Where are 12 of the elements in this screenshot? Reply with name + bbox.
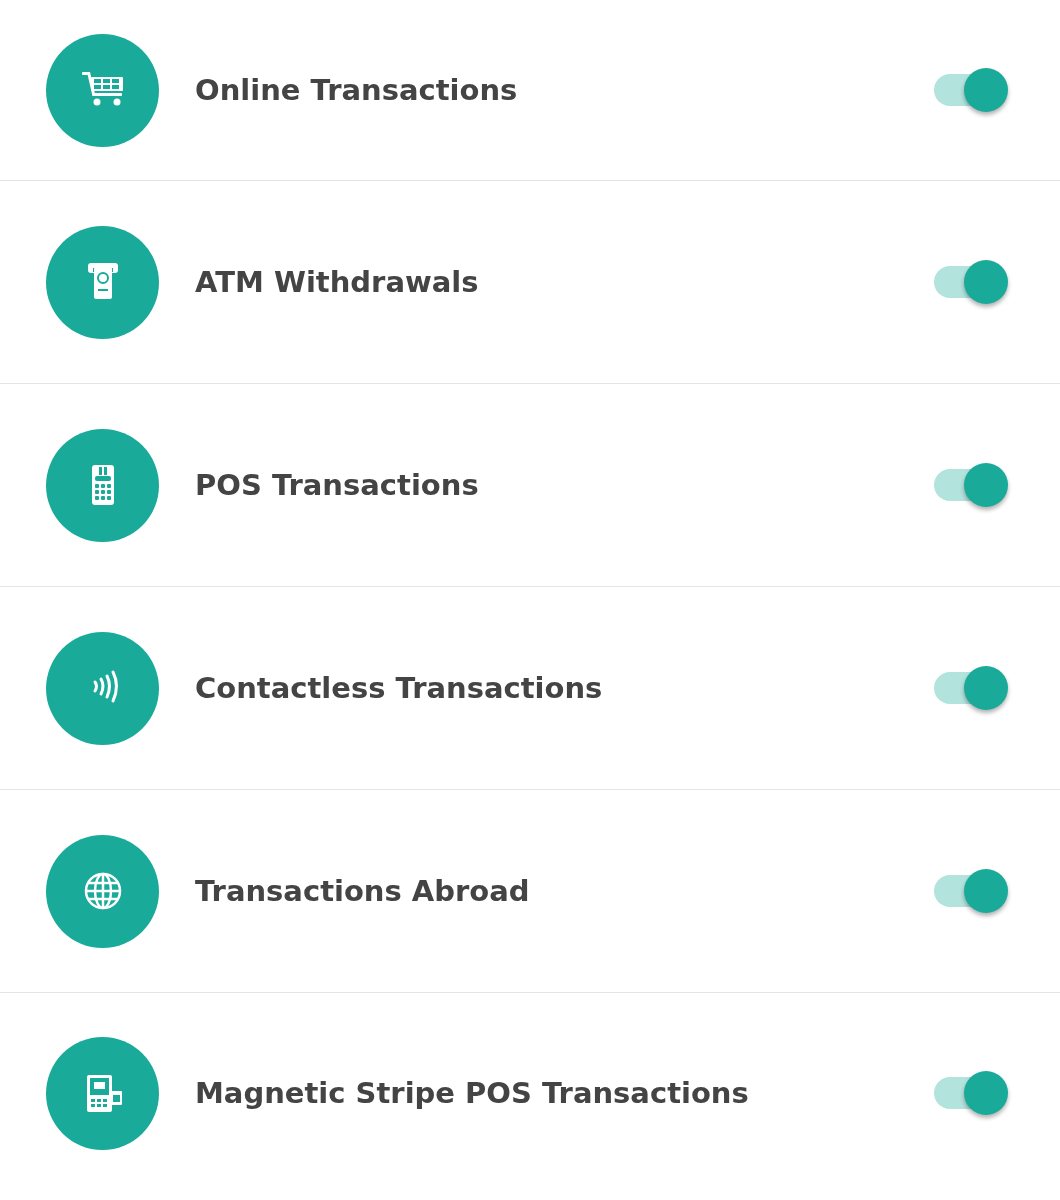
setting-label: POS Transactions <box>195 468 480 502</box>
toggle-switch[interactable] <box>934 67 1008 113</box>
toggle-switch[interactable] <box>934 1070 1008 1116</box>
toggle-switch[interactable] <box>934 462 1008 508</box>
toggle-switch[interactable] <box>934 868 1008 914</box>
setting-label: ATM Withdrawals <box>195 265 480 299</box>
setting-label: Contactless Transactions <box>195 671 604 705</box>
toggle-switch[interactable] <box>934 665 1008 711</box>
toggle-switch[interactable] <box>934 259 1008 305</box>
setting-label: Online Transactions <box>195 73 519 107</box>
setting-label: Transactions Abroad <box>195 874 531 908</box>
setting-label: Magnetic Stripe POS Transactions <box>195 1076 750 1110</box>
